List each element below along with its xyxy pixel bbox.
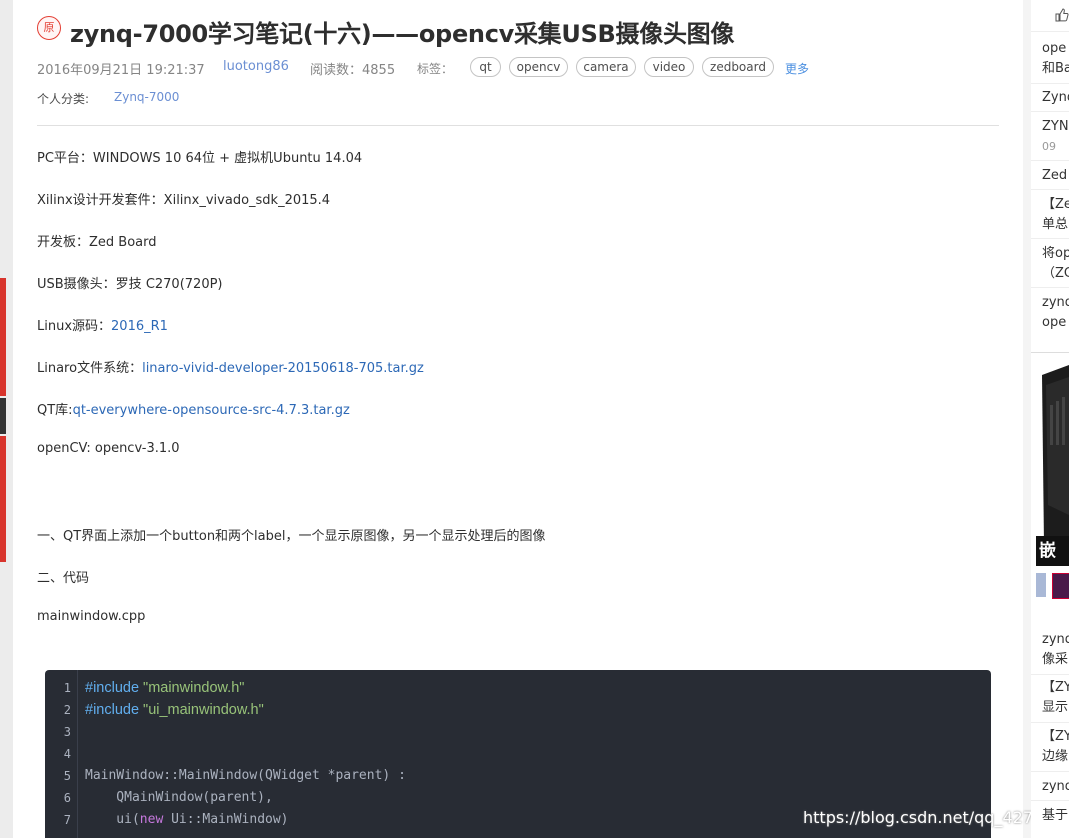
line-number: 4 [63, 747, 71, 761]
sidebar-article-link[interactable]: 【ZY [1042, 678, 1069, 698]
code-line: MainWindow::MainWindow(QWidget *parent) … [85, 768, 406, 783]
sidebar-divider [1031, 722, 1069, 723]
qt-lib-label: QT库: [37, 403, 73, 418]
linux-source-link[interactable]: 2016_R1 [111, 319, 168, 334]
sidebar-article-link[interactable]: ope [1042, 313, 1066, 333]
sidebar-divider [1031, 771, 1069, 772]
code-keyword: #include [85, 680, 140, 696]
sidebar-divider [1031, 83, 1069, 84]
code-text: Ui::MainWindow) [163, 812, 289, 827]
sidebar-article-link[interactable]: zynq [1042, 777, 1069, 797]
qt-lib-line: QT库:qt-everywhere-opensource-src-4.7.3.t… [37, 399, 350, 418]
left-edge-strip [0, 0, 13, 838]
linaro-fs-label: Linaro文件系统： [37, 361, 143, 376]
code-line: QMainWindow(parent), [85, 790, 273, 805]
line-number: 3 [63, 725, 71, 739]
sidebar-article-link[interactable]: ZYN [1042, 117, 1069, 137]
sidebar-article-link[interactable]: 像采 [1042, 650, 1068, 670]
sidebar-divider [1031, 189, 1069, 190]
step-one-text: 一、QT界面上添加一个button和两个label，一个显示原图像，另一个显示处… [37, 529, 546, 544]
sidebar-divider [1031, 800, 1069, 801]
sidebar-article-link[interactable]: 和Ba [1042, 59, 1069, 79]
more-tags-link[interactable]: 更多 [785, 60, 809, 77]
article-panel: 原 zynq-7000学习笔记(十六)——opencv采集USB摄像头图像 20… [13, 0, 1023, 838]
original-badge: 原 [37, 16, 61, 40]
line-number: 5 [63, 769, 71, 783]
step-two-heading: 二、代码 [37, 571, 90, 586]
sidebar-article-link[interactable]: Zynq [1042, 88, 1069, 108]
sidebar-divider [1031, 238, 1069, 239]
sidebar-article-link[interactable]: 边缘 [1042, 747, 1068, 767]
tag-zedboard[interactable]: zedboard [702, 57, 774, 77]
linux-source-line: Linux源码：2016_R1 [37, 315, 168, 334]
category-label: 个人分类: [37, 92, 90, 106]
sidebar-article-link[interactable]: （ZC [1042, 264, 1069, 284]
code-line: ui(new Ui::MainWindow) [85, 812, 289, 827]
code-line: #include "ui_mainwindow.h" [85, 702, 264, 718]
linaro-fs-link[interactable]: linaro-vivid-developer-20150618-705.tar.… [142, 361, 424, 376]
line-number: 2 [63, 703, 71, 717]
sidebar-article-date: 09 [1042, 140, 1056, 153]
sidebar-article-link[interactable]: Zed [1042, 166, 1067, 186]
code-line: #include "mainwindow.h" [85, 680, 244, 696]
code-keyword: new [139, 812, 164, 827]
sidebar-article-link[interactable]: 显示 [1042, 698, 1068, 718]
like-icon[interactable] [1055, 8, 1069, 22]
code-keyword: #include [85, 702, 140, 718]
line-number: 6 [63, 791, 71, 805]
read-count: 阅读数：4855 [310, 63, 396, 78]
sidebar-article-link[interactable]: 基于 [1042, 806, 1068, 826]
tags-label: 标签： [417, 62, 454, 76]
linux-source-label: Linux源码： [37, 319, 112, 334]
ad-thumbnail [1036, 573, 1046, 597]
line-number: 7 [63, 813, 71, 827]
tag-camera[interactable]: camera [576, 57, 636, 77]
sidebar-divider [1031, 31, 1069, 32]
sidebar-divider [1031, 160, 1069, 161]
category-link[interactable]: Zynq-7000 [114, 90, 179, 104]
ad-headline: 嵌入 [1036, 536, 1069, 591]
opencv-version-text: openCV: opencv-3.1.0 [37, 441, 180, 456]
tag-qt[interactable]: qt [470, 57, 501, 77]
qt-lib-link[interactable]: qt-everywhere-opensource-src-4.7.3.tar.g… [73, 403, 350, 418]
ad-product-image [1036, 365, 1069, 565]
right-sidebar: ope 和Ba Zynq ZYN 09 Zed 【Ze 单总 将op （ZC z… [1031, 0, 1069, 838]
dev-board-text: 开发板：Zed Board [37, 235, 157, 250]
sidebar-article-link[interactable]: 单总 [1042, 215, 1068, 235]
left-edge-dark-block [0, 398, 6, 434]
sidebar-divider [1031, 287, 1069, 288]
code-filename: mainwindow.cpp [37, 609, 146, 624]
sidebar-divider [1031, 111, 1069, 112]
header-divider [37, 125, 999, 126]
xilinx-suite-text: Xilinx设计开发套件：Xilinx_vivado_sdk_2015.4 [37, 193, 331, 208]
left-edge-red-block [0, 436, 6, 562]
code-text: ui( [85, 812, 140, 827]
sidebar-article-link[interactable]: zynq [1042, 630, 1069, 650]
usb-camera-text: USB摄像头：罗技 C270(720P) [37, 277, 223, 292]
sidebar-article-link[interactable]: 【Ze [1042, 195, 1069, 215]
pc-platform-text: PC平台：WINDOWS 10 64位 + 虚拟机Ubuntu 14.04 [37, 151, 363, 166]
line-number-gutter: 1 2 3 4 5 6 7 [45, 670, 78, 838]
left-edge-red-block [0, 278, 6, 396]
ad-thumbnail [1052, 573, 1069, 599]
line-number: 1 [63, 681, 71, 695]
sidebar-divider [1031, 674, 1069, 675]
tag-video[interactable]: video [644, 57, 694, 77]
watermark-url: https://blog.csdn.net/qq_42724... [803, 808, 1069, 827]
code-string: "mainwindow.h" [143, 680, 245, 696]
sidebar-article-link[interactable]: 将op [1042, 244, 1069, 264]
sidebar-article-link[interactable]: ope [1042, 39, 1066, 59]
sidebar-article-link[interactable]: 【ZY [1042, 727, 1069, 747]
tag-opencv[interactable]: opencv [509, 57, 568, 77]
sidebar-article-link[interactable]: zynq [1042, 293, 1069, 313]
author-link[interactable]: luotong86 [223, 59, 289, 74]
linaro-fs-line: Linaro文件系统：linaro-vivid-developer-201506… [37, 357, 424, 376]
article-title: zynq-7000学习笔记(十六)——opencv采集USB摄像头图像 [70, 20, 735, 48]
code-string: "ui_mainwindow.h" [143, 702, 264, 718]
sidebar-ad[interactable]: 嵌入 [1031, 352, 1069, 603]
publish-date: 2016年09月21日 19:21:37 [37, 63, 205, 78]
